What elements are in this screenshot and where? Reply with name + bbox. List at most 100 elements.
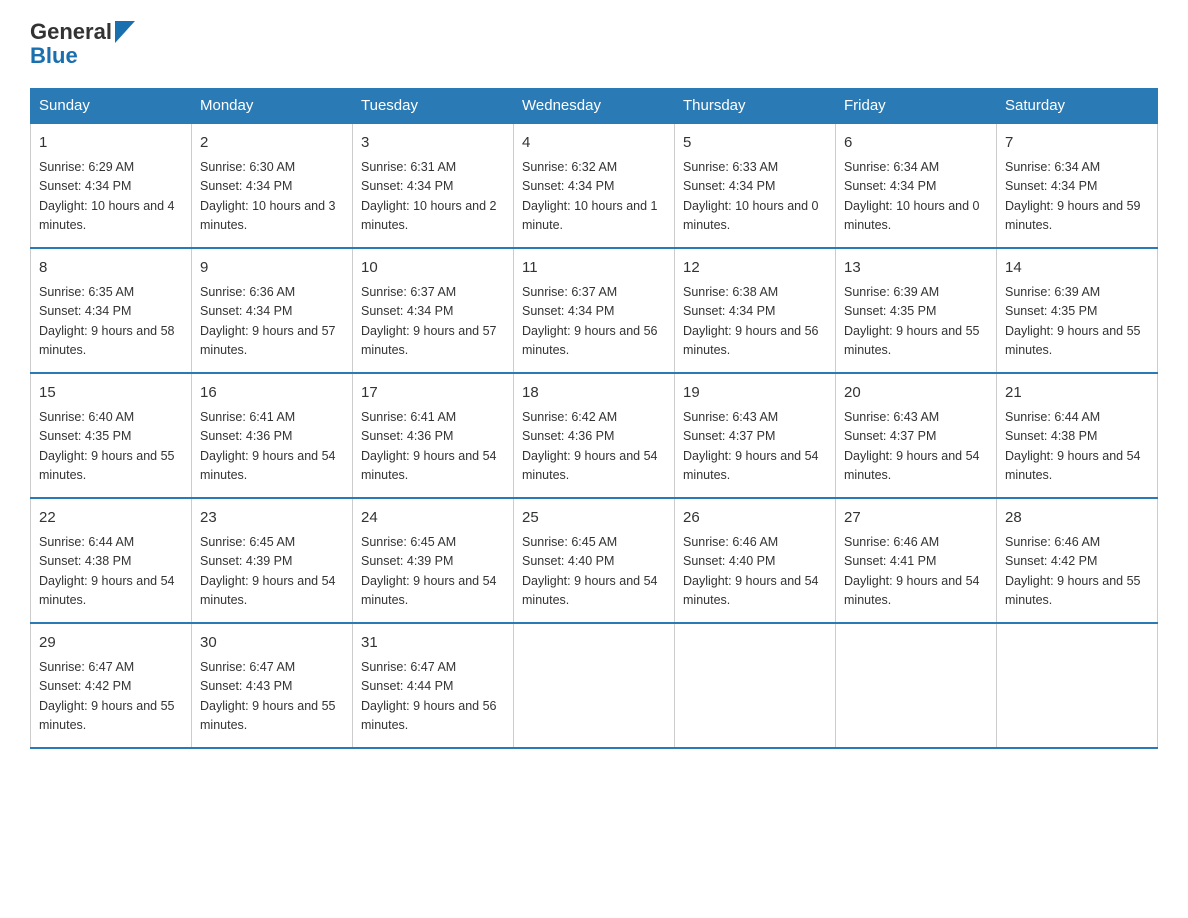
logo-triangle-icon [115,21,135,43]
week-row-2: 8 Sunrise: 6:35 AMSunset: 4:34 PMDaylight… [31,248,1158,373]
day-number: 29 [39,632,183,655]
header-friday: Friday [836,89,997,124]
day-number: 19 [683,382,827,405]
week-row-1: 1 Sunrise: 6:29 AMSunset: 4:34 PMDaylight… [31,123,1158,248]
cell-content: Sunrise: 6:44 AMSunset: 4:38 PMDaylight:… [1005,408,1149,486]
cell-content: Sunrise: 6:42 AMSunset: 4:36 PMDaylight:… [522,408,666,486]
cell-content: Sunrise: 6:46 AMSunset: 4:42 PMDaylight:… [1005,533,1149,611]
day-number: 15 [39,382,183,405]
calendar-cell: 23Sunrise: 6:45 AMSunset: 4:39 PMDayligh… [192,498,353,623]
week-row-4: 22 Sunrise: 6:44 AMSunset: 4:38 PMDayligh… [31,498,1158,623]
week-row-3: 15 Sunrise: 6:40 AMSunset: 4:35 PMDayligh… [31,373,1158,498]
calendar-cell: 9Sunrise: 6:36 AMSunset: 4:34 PMDaylight… [192,248,353,373]
cell-content: Sunrise: 6:30 AMSunset: 4:34 PMDaylight:… [200,158,344,236]
calendar-cell: 3 Sunrise: 6:31 AMSunset: 4:34 PMDaylight… [353,123,514,248]
cell-content: Sunrise: 6:47 AMSunset: 4:42 PMDaylight:… [39,658,183,736]
header-sunday: Sunday [31,89,192,124]
day-number: 6 [844,132,988,155]
calendar-header-row: SundayMondayTuesdayWednesdayThursdayFrid… [31,89,1158,124]
calendar-cell: 19 Sunrise: 6:43 AMSunset: 4:37 PMDayligh… [675,373,836,498]
day-number: 11 [522,257,666,280]
cell-content: Sunrise: 6:40 AMSunset: 4:35 PMDaylight:… [39,408,183,486]
cell-content: Sunrise: 6:32 AMSunset: 4:34 PMDaylight:… [522,158,666,236]
calendar-cell [836,623,997,748]
calendar-cell [514,623,675,748]
day-number: 8 [39,257,183,280]
page-header: General Blue [30,20,1158,68]
day-number: 24 [361,507,505,530]
header-tuesday: Tuesday [353,89,514,124]
calendar-cell: 18Sunrise: 6:42 AMSunset: 4:36 PMDayligh… [514,373,675,498]
cell-content: Sunrise: 6:33 AMSunset: 4:34 PMDaylight:… [683,158,827,236]
calendar-cell: 2 Sunrise: 6:30 AMSunset: 4:34 PMDaylight… [192,123,353,248]
calendar-cell: 5 Sunrise: 6:33 AMSunset: 4:34 PMDaylight… [675,123,836,248]
day-number: 3 [361,132,505,155]
day-number: 7 [1005,132,1149,155]
calendar-cell: 17 Sunrise: 6:41 AMSunset: 4:36 PMDayligh… [353,373,514,498]
day-number: 22 [39,507,183,530]
calendar-cell: 25Sunrise: 6:45 AMSunset: 4:40 PMDayligh… [514,498,675,623]
header-wednesday: Wednesday [514,89,675,124]
cell-content: Sunrise: 6:37 AMSunset: 4:34 PMDaylight:… [522,283,666,361]
cell-content: Sunrise: 6:39 AMSunset: 4:35 PMDaylight:… [844,283,988,361]
day-number: 26 [683,507,827,530]
calendar-cell: 24Sunrise: 6:45 AMSunset: 4:39 PMDayligh… [353,498,514,623]
day-number: 12 [683,257,827,280]
cell-content: Sunrise: 6:38 AMSunset: 4:34 PMDaylight:… [683,283,827,361]
calendar-cell: 26 Sunrise: 6:46 AMSunset: 4:40 PMDayligh… [675,498,836,623]
calendar-cell: 11 Sunrise: 6:37 AMSunset: 4:34 PMDayligh… [514,248,675,373]
day-number: 14 [1005,257,1149,280]
logo: General Blue [30,20,135,68]
day-number: 1 [39,132,183,155]
cell-content: Sunrise: 6:39 AMSunset: 4:35 PMDaylight:… [1005,283,1149,361]
calendar-cell: 21 Sunrise: 6:44 AMSunset: 4:38 PMDayligh… [997,373,1158,498]
cell-content: Sunrise: 6:36 AMSunset: 4:34 PMDaylight:… [200,283,344,361]
day-number: 5 [683,132,827,155]
calendar-cell: 12 Sunrise: 6:38 AMSunset: 4:34 PMDayligh… [675,248,836,373]
cell-content: Sunrise: 6:34 AMSunset: 4:34 PMDaylight:… [1005,158,1149,236]
calendar-cell: 30 Sunrise: 6:47 AMSunset: 4:43 PMDayligh… [192,623,353,748]
day-number: 30 [200,632,344,655]
cell-content: Sunrise: 6:47 AMSunset: 4:43 PMDaylight:… [200,658,344,736]
calendar-cell: 20Sunrise: 6:43 AMSunset: 4:37 PMDayligh… [836,373,997,498]
cell-content: Sunrise: 6:31 AMSunset: 4:34 PMDaylight:… [361,158,505,236]
logo-blue: Blue [30,44,135,68]
day-number: 4 [522,132,666,155]
cell-content: Sunrise: 6:46 AMSunset: 4:40 PMDaylight:… [683,533,827,611]
cell-content: Sunrise: 6:43 AMSunset: 4:37 PMDaylight:… [683,408,827,486]
day-number: 31 [361,632,505,655]
cell-content: Sunrise: 6:37 AMSunset: 4:34 PMDaylight:… [361,283,505,361]
calendar-cell: 8 Sunrise: 6:35 AMSunset: 4:34 PMDaylight… [31,248,192,373]
cell-content: Sunrise: 6:44 AMSunset: 4:38 PMDaylight:… [39,533,183,611]
cell-content: Sunrise: 6:41 AMSunset: 4:36 PMDaylight:… [361,408,505,486]
cell-content: Sunrise: 6:29 AMSunset: 4:34 PMDaylight:… [39,158,183,236]
calendar-cell [997,623,1158,748]
day-number: 17 [361,382,505,405]
calendar-cell: 22 Sunrise: 6:44 AMSunset: 4:38 PMDayligh… [31,498,192,623]
cell-content: Sunrise: 6:46 AMSunset: 4:41 PMDaylight:… [844,533,988,611]
cell-content: Sunrise: 6:41 AMSunset: 4:36 PMDaylight:… [200,408,344,486]
day-number: 21 [1005,382,1149,405]
cell-content: Sunrise: 6:34 AMSunset: 4:34 PMDaylight:… [844,158,988,236]
calendar-cell: 15 Sunrise: 6:40 AMSunset: 4:35 PMDayligh… [31,373,192,498]
header-monday: Monday [192,89,353,124]
header-thursday: Thursday [675,89,836,124]
calendar-cell: 29 Sunrise: 6:47 AMSunset: 4:42 PMDayligh… [31,623,192,748]
calendar-cell [675,623,836,748]
header-saturday: Saturday [997,89,1158,124]
calendar-cell: 14 Sunrise: 6:39 AMSunset: 4:35 PMDayligh… [997,248,1158,373]
calendar-cell: 27 Sunrise: 6:46 AMSunset: 4:41 PMDayligh… [836,498,997,623]
day-number: 27 [844,507,988,530]
calendar-cell: 31Sunrise: 6:47 AMSunset: 4:44 PMDayligh… [353,623,514,748]
day-number: 13 [844,257,988,280]
day-number: 16 [200,382,344,405]
logo-general: General [30,20,112,44]
day-number: 23 [200,507,344,530]
cell-content: Sunrise: 6:45 AMSunset: 4:40 PMDaylight:… [522,533,666,611]
cell-content: Sunrise: 6:35 AMSunset: 4:34 PMDaylight:… [39,283,183,361]
day-number: 2 [200,132,344,155]
week-row-5: 29 Sunrise: 6:47 AMSunset: 4:42 PMDayligh… [31,623,1158,748]
day-number: 10 [361,257,505,280]
calendar-cell: 13 Sunrise: 6:39 AMSunset: 4:35 PMDayligh… [836,248,997,373]
calendar-cell: 7 Sunrise: 6:34 AMSunset: 4:34 PMDaylight… [997,123,1158,248]
